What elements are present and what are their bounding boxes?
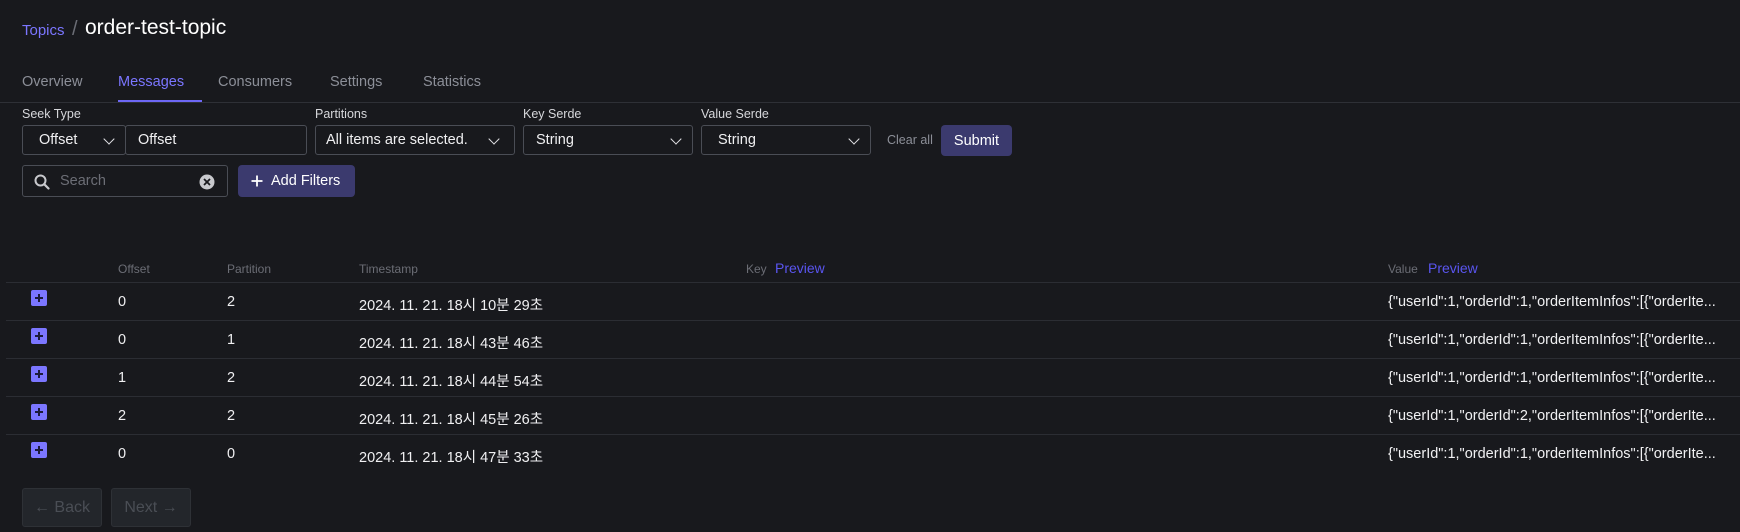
back-button[interactable]: ← Back <box>22 488 102 527</box>
offset-cell: 0 <box>118 294 127 310</box>
tab-overview[interactable]: Overview <box>22 74 82 102</box>
chevron-down-icon <box>670 133 682 145</box>
clear-all-button[interactable]: Clear all <box>887 133 933 147</box>
add-filters-button[interactable]: Add Filters <box>238 165 355 197</box>
offset-input-value: Offset <box>138 132 177 148</box>
offset-cell: 0 <box>118 446 127 462</box>
plus-icon <box>251 175 263 187</box>
timestamp-cell: 2024. 11. 21. 18시 45분 26초 <box>359 412 544 428</box>
partitions-value: All items are selected. <box>326 132 468 148</box>
offset-cell: 0 <box>118 332 127 348</box>
offset-input[interactable]: Offset <box>125 125 307 155</box>
partition-cell: 1 <box>227 332 236 348</box>
value-cell: {"userId":1,"orderId":1,"orderItemInfos"… <box>1388 370 1716 386</box>
timestamp-cell: 2024. 11. 21. 18시 43분 46초 <box>359 336 544 352</box>
page-title: order-test-topic <box>85 16 227 39</box>
chevron-down-icon <box>488 133 500 145</box>
partition-cell: 2 <box>227 370 236 386</box>
key-serde-select[interactable]: String <box>523 125 693 155</box>
partition-cell: 0 <box>227 446 236 462</box>
tab-settings[interactable]: Settings <box>330 74 382 102</box>
value-serde-label: Value Serde <box>701 107 769 121</box>
timestamp-cell: 2024. 11. 21. 18시 44분 54초 <box>359 374 544 390</box>
expand-row-icon[interactable] <box>31 328 47 344</box>
chevron-down-icon <box>848 133 860 145</box>
table-row: 0 2 2024. 11. 21. 18시 10분 29초 {"userId":… <box>6 282 1740 321</box>
table-row: 2 2 2024. 11. 21. 18시 45분 26초 {"userId":… <box>6 396 1740 435</box>
partition-cell: 2 <box>227 408 236 424</box>
value-cell: {"userId":1,"orderId":1,"orderItemInfos"… <box>1388 294 1716 310</box>
key-preview-button[interactable]: Preview <box>775 260 825 276</box>
column-header-key: Key <box>746 262 767 276</box>
table-row: 1 2 2024. 11. 21. 18시 44분 54초 {"userId":… <box>6 358 1740 397</box>
expand-row-icon[interactable] <box>31 290 47 306</box>
timestamp-cell: 2024. 11. 21. 18시 10분 29초 <box>359 298 544 314</box>
timestamp-cell: 2024. 11. 21. 18시 47분 33초 <box>359 450 544 466</box>
search-icon <box>34 174 50 190</box>
seek-type-label: Seek Type <box>22 107 81 121</box>
partition-cell: 2 <box>227 294 236 310</box>
seek-type-value: Offset <box>39 132 78 148</box>
key-serde-value: String <box>536 132 574 148</box>
partitions-label: Partitions <box>315 107 368 121</box>
column-header-timestamp: Timestamp <box>359 262 418 276</box>
search-field[interactable]: Search <box>22 165 228 197</box>
offset-cell: 2 <box>118 408 127 424</box>
expand-row-icon[interactable] <box>31 404 47 420</box>
value-serde-select[interactable]: String <box>701 125 871 155</box>
key-serde-label: Key Serde <box>523 107 582 121</box>
table-row: 0 1 2024. 11. 21. 18시 43분 46초 {"userId":… <box>6 320 1740 359</box>
clear-search-icon[interactable] <box>199 174 215 190</box>
value-preview-button[interactable]: Preview <box>1428 260 1478 276</box>
value-cell: {"userId":1,"orderId":1,"orderItemInfos"… <box>1388 332 1716 348</box>
breadcrumb-separator: / <box>72 18 78 40</box>
chevron-down-icon <box>103 133 115 145</box>
value-cell: {"userId":1,"orderId":1,"orderItemInfos"… <box>1388 446 1716 462</box>
value-cell: {"userId":1,"orderId":2,"orderItemInfos"… <box>1388 408 1716 424</box>
tab-bar: Overview Messages Consumers Settings Sta… <box>0 68 1740 103</box>
next-button[interactable]: Next → <box>111 488 191 527</box>
tab-messages[interactable]: Messages <box>118 74 202 102</box>
table-row: 0 0 2024. 11. 21. 18시 47분 33초 {"userId":… <box>6 434 1740 473</box>
column-header-partition: Partition <box>227 262 272 276</box>
seek-type-select[interactable]: Offset <box>22 125 126 155</box>
partitions-select[interactable]: All items are selected. <box>315 125 515 155</box>
add-filters-label: Add Filters <box>271 173 341 189</box>
tab-statistics[interactable]: Statistics <box>423 74 481 102</box>
tab-consumers[interactable]: Consumers <box>218 74 292 102</box>
search-input[interactable]: Search <box>60 173 106 189</box>
column-header-offset: Offset <box>118 262 150 276</box>
expand-row-icon[interactable] <box>31 442 47 458</box>
column-header-value: Value <box>1388 262 1418 276</box>
value-serde-value: String <box>718 132 756 148</box>
breadcrumb-topics-link[interactable]: Topics <box>22 22 65 39</box>
expand-row-icon[interactable] <box>31 366 47 382</box>
offset-cell: 1 <box>118 370 127 386</box>
submit-button[interactable]: Submit <box>941 125 1012 156</box>
